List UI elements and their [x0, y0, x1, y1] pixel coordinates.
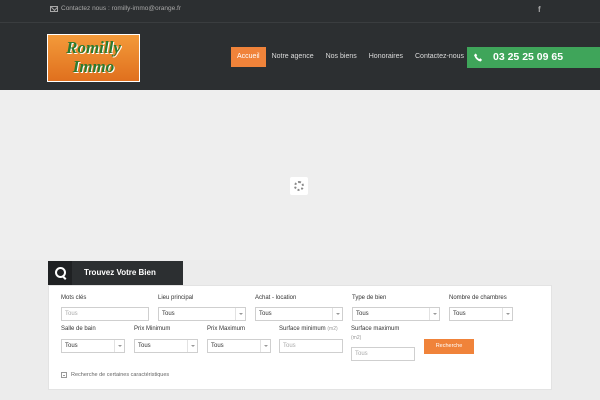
achat-location-select[interactable]: Tous [255, 307, 343, 321]
loading-spinner-icon [290, 177, 308, 195]
lieu-select[interactable]: Tous [158, 307, 246, 321]
logo-line-2: Immo [72, 57, 115, 76]
type-select-value: Tous [356, 311, 369, 317]
chambres-select-value: Tous [453, 311, 466, 317]
nav-item-contactez-nous[interactable]: Contactez-nous [409, 47, 470, 67]
advanced-search-label: Recherche de certaines caractéristiques [71, 372, 170, 378]
search-button[interactable]: Recherche [424, 339, 474, 354]
label-salle-de-bain: Salle de bain [61, 326, 96, 332]
advanced-search-toggle[interactable]: Recherche de certaines caractéristiques [61, 372, 169, 378]
chevron-down-icon [235, 308, 245, 320]
label-type-de-bien: Type de bien [352, 295, 387, 301]
surface-minimum-input[interactable]: Tous [279, 339, 343, 353]
label-achat-location: Achat - location [255, 295, 297, 301]
facebook-icon[interactable]: f [538, 5, 541, 14]
chevron-down-icon [187, 340, 197, 352]
surface-max-label-text: Surface maximum [351, 326, 400, 332]
main-nav: Accueil Notre agence Nos biens Honoraire… [231, 47, 470, 67]
hero-slider [0, 90, 600, 260]
achat-select-value: Tous [259, 311, 272, 317]
search-tab[interactable]: Trouvez Votre Bien [48, 261, 183, 285]
nav-item-accueil[interactable]: Accueil [231, 47, 266, 67]
salle-de-bain-select[interactable]: Tous [61, 339, 125, 353]
phone-number: 03 25 25 09 65 [493, 51, 564, 63]
lieu-select-value: Tous [162, 311, 175, 317]
search-title: Trouvez Votre Bien [84, 268, 156, 277]
phone-icon [474, 53, 482, 62]
type-bien-select[interactable]: Tous [352, 307, 440, 321]
label-prix-maximum: Prix Maximum [207, 326, 246, 332]
chevron-down-icon [114, 340, 124, 352]
chevron-down-icon [429, 308, 439, 320]
nav-item-honoraires[interactable]: Honoraires [363, 47, 409, 67]
label-mots-cles: Mots clés [61, 295, 87, 301]
contact-info[interactable]: Contactez nous : romilly-immo@orange.fr [50, 5, 181, 12]
logo[interactable]: Romilly Immo [47, 34, 140, 82]
top-bar: Contactez nous : romilly-immo@orange.fr … [0, 0, 600, 22]
label-lieu-principal: Lieu principal [158, 295, 194, 301]
surface-min-unit: (m2) [327, 326, 338, 332]
search-icon [48, 261, 72, 285]
prix-maximum-select[interactable]: Tous [207, 339, 271, 353]
prix-max-select-value: Tous [211, 343, 224, 349]
label-prix-minimum: Prix Minimum [134, 326, 171, 332]
surface-max-unit: (m2) [351, 335, 362, 341]
nav-item-notre-agence[interactable]: Notre agence [266, 47, 320, 67]
label-surface-minimum: Surface minimum (m2) [279, 326, 338, 332]
chevron-down-icon [502, 308, 512, 320]
surface-max-unit-line: (m2) [351, 335, 361, 341]
prix-minimum-select[interactable]: Tous [134, 339, 198, 353]
keywords-input[interactable]: Tous [61, 307, 149, 321]
label-nombre-chambres: Nombre de chambres [449, 295, 507, 301]
prix-min-select-value: Tous [138, 343, 151, 349]
surface-maximum-input[interactable]: Tous [351, 347, 415, 361]
phone-banner[interactable]: 03 25 25 09 65 [467, 47, 600, 68]
contact-text[interactable]: Contactez nous : romilly-immo@orange.fr [61, 5, 181, 12]
salle-select-value: Tous [65, 343, 78, 349]
chambres-select[interactable]: Tous [449, 307, 513, 321]
home-icon [50, 5, 58, 12]
surface-min-label-text: Surface minimum [279, 326, 326, 332]
label-surface-maximum: Surface maximum [351, 326, 399, 332]
chevron-down-icon [260, 340, 270, 352]
chevron-down-icon [332, 308, 342, 320]
plus-square-icon [61, 372, 67, 378]
logo-line-1: Romilly [66, 38, 121, 57]
nav-item-nos-biens[interactable]: Nos biens [320, 47, 363, 67]
